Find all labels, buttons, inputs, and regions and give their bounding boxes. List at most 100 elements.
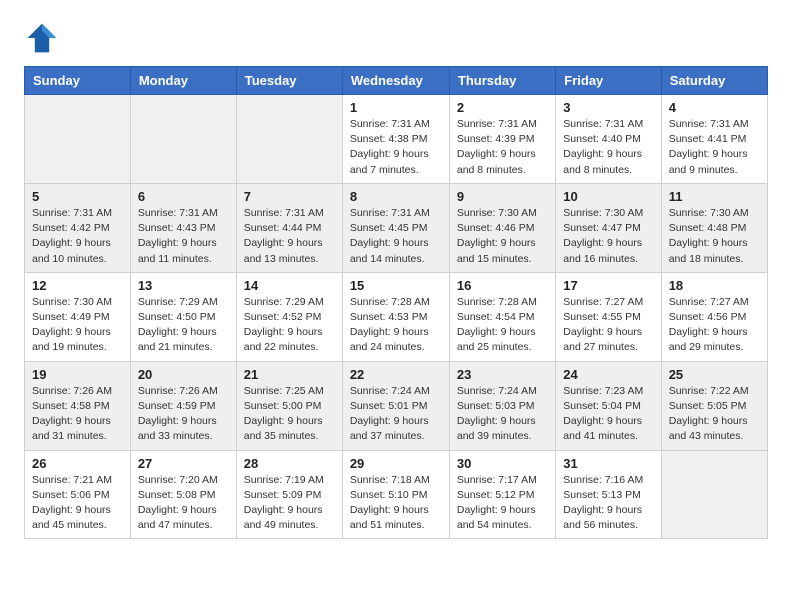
calendar-cell: 11 Sunrise: 7:30 AM Sunset: 4:48 PM Dayli… [661,183,767,272]
calendar-cell: 27 Sunrise: 7:20 AM Sunset: 5:08 PM Dayli… [130,450,236,539]
calendar-cell [25,95,131,184]
day-info: Sunrise: 7:26 AM Sunset: 4:58 PM Dayligh… [32,384,123,445]
day-info: Sunrise: 7:17 AM Sunset: 5:12 PM Dayligh… [457,473,548,534]
calendar-cell [130,95,236,184]
header [24,20,768,56]
column-header-tuesday: Tuesday [236,67,342,95]
day-info: Sunrise: 7:18 AM Sunset: 5:10 PM Dayligh… [350,473,442,534]
day-info: Sunrise: 7:28 AM Sunset: 4:54 PM Dayligh… [457,295,548,356]
day-number: 22 [350,367,442,382]
day-info: Sunrise: 7:16 AM Sunset: 5:13 PM Dayligh… [563,473,653,534]
day-number: 2 [457,100,548,115]
calendar-cell: 9 Sunrise: 7:30 AM Sunset: 4:46 PM Daylig… [449,183,555,272]
day-number: 1 [350,100,442,115]
column-header-wednesday: Wednesday [342,67,449,95]
column-header-monday: Monday [130,67,236,95]
day-number: 10 [563,189,653,204]
day-info: Sunrise: 7:29 AM Sunset: 4:50 PM Dayligh… [138,295,229,356]
calendar-week-row: 5 Sunrise: 7:31 AM Sunset: 4:42 PM Daylig… [25,183,768,272]
calendar-cell [236,95,342,184]
day-number: 20 [138,367,229,382]
day-info: Sunrise: 7:31 AM Sunset: 4:39 PM Dayligh… [457,117,548,178]
day-number: 24 [563,367,653,382]
day-number: 12 [32,278,123,293]
day-info: Sunrise: 7:30 AM Sunset: 4:48 PM Dayligh… [669,206,760,267]
calendar-cell: 14 Sunrise: 7:29 AM Sunset: 4:52 PM Dayli… [236,272,342,361]
day-number: 25 [669,367,760,382]
day-number: 21 [244,367,335,382]
day-number: 27 [138,456,229,471]
day-number: 7 [244,189,335,204]
day-number: 13 [138,278,229,293]
day-number: 30 [457,456,548,471]
calendar-cell: 13 Sunrise: 7:29 AM Sunset: 4:50 PM Dayli… [130,272,236,361]
day-number: 9 [457,189,548,204]
calendar-cell: 7 Sunrise: 7:31 AM Sunset: 4:44 PM Daylig… [236,183,342,272]
calendar-cell: 22 Sunrise: 7:24 AM Sunset: 5:01 PM Dayli… [342,361,449,450]
column-header-sunday: Sunday [25,67,131,95]
day-number: 17 [563,278,653,293]
day-info: Sunrise: 7:31 AM Sunset: 4:45 PM Dayligh… [350,206,442,267]
calendar-week-row: 19Sunrise: 7:26 AM Sunset: 4:58 PM Dayli… [25,361,768,450]
day-number: 6 [138,189,229,204]
calendar-cell [661,450,767,539]
calendar-cell: 1Sunrise: 7:31 AM Sunset: 4:38 PM Daylig… [342,95,449,184]
calendar-cell: 5 Sunrise: 7:31 AM Sunset: 4:42 PM Daylig… [25,183,131,272]
day-info: Sunrise: 7:30 AM Sunset: 4:46 PM Dayligh… [457,206,548,267]
calendar-cell: 25Sunrise: 7:22 AM Sunset: 5:05 PM Dayli… [661,361,767,450]
day-info: Sunrise: 7:28 AM Sunset: 4:53 PM Dayligh… [350,295,442,356]
day-number: 8 [350,189,442,204]
day-number: 14 [244,278,335,293]
day-info: Sunrise: 7:29 AM Sunset: 4:52 PM Dayligh… [244,295,335,356]
calendar-cell: 2 Sunrise: 7:31 AM Sunset: 4:39 PM Daylig… [449,95,555,184]
calendar: SundayMondayTuesdayWednesdayThursdayFrid… [24,66,768,539]
column-header-thursday: Thursday [449,67,555,95]
calendar-cell: 26 Sunrise: 7:21 AM Sunset: 5:06 PM Dayli… [25,450,131,539]
day-info: Sunrise: 7:21 AM Sunset: 5:06 PM Dayligh… [32,473,123,534]
calendar-cell: 4 Sunrise: 7:31 AM Sunset: 4:41 PM Daylig… [661,95,767,184]
calendar-cell: 20 Sunrise: 7:26 AM Sunset: 4:59 PM Dayli… [130,361,236,450]
calendar-cell: 31 Sunrise: 7:16 AM Sunset: 5:13 PM Dayli… [556,450,661,539]
calendar-cell: 6 Sunrise: 7:31 AM Sunset: 4:43 PM Daylig… [130,183,236,272]
day-number: 23 [457,367,548,382]
calendar-cell: 15 Sunrise: 7:28 AM Sunset: 4:53 PM Dayli… [342,272,449,361]
calendar-cell: 18 Sunrise: 7:27 AM Sunset: 4:56 PM Dayli… [661,272,767,361]
day-info: Sunrise: 7:26 AM Sunset: 4:59 PM Dayligh… [138,384,229,445]
day-number: 26 [32,456,123,471]
day-info: Sunrise: 7:31 AM Sunset: 4:40 PM Dayligh… [563,117,653,178]
calendar-cell: 8 Sunrise: 7:31 AM Sunset: 4:45 PM Daylig… [342,183,449,272]
day-info: Sunrise: 7:31 AM Sunset: 4:43 PM Dayligh… [138,206,229,267]
calendar-cell: 19Sunrise: 7:26 AM Sunset: 4:58 PM Dayli… [25,361,131,450]
day-info: Sunrise: 7:31 AM Sunset: 4:41 PM Dayligh… [669,117,760,178]
day-number: 3 [563,100,653,115]
day-number: 11 [669,189,760,204]
calendar-header-row: SundayMondayTuesdayWednesdayThursdayFrid… [25,67,768,95]
calendar-cell: 23 Sunrise: 7:24 AM Sunset: 5:03 PM Dayli… [449,361,555,450]
calendar-cell: 3 Sunrise: 7:31 AM Sunset: 4:40 PM Daylig… [556,95,661,184]
day-number: 29 [350,456,442,471]
calendar-cell: 17 Sunrise: 7:27 AM Sunset: 4:55 PM Dayli… [556,272,661,361]
day-info: Sunrise: 7:20 AM Sunset: 5:08 PM Dayligh… [138,473,229,534]
day-number: 28 [244,456,335,471]
calendar-cell: 29 Sunrise: 7:18 AM Sunset: 5:10 PM Dayli… [342,450,449,539]
calendar-week-row: 26 Sunrise: 7:21 AM Sunset: 5:06 PM Dayli… [25,450,768,539]
day-info: Sunrise: 7:30 AM Sunset: 4:49 PM Dayligh… [32,295,123,356]
day-number: 4 [669,100,760,115]
day-number: 18 [669,278,760,293]
logo-icon [24,20,60,56]
day-info: Sunrise: 7:19 AM Sunset: 5:09 PM Dayligh… [244,473,335,534]
column-header-saturday: Saturday [661,67,767,95]
day-number: 15 [350,278,442,293]
day-info: Sunrise: 7:24 AM Sunset: 5:03 PM Dayligh… [457,384,548,445]
day-info: Sunrise: 7:31 AM Sunset: 4:42 PM Dayligh… [32,206,123,267]
day-info: Sunrise: 7:31 AM Sunset: 4:44 PM Dayligh… [244,206,335,267]
day-number: 31 [563,456,653,471]
calendar-cell: 24 Sunrise: 7:23 AM Sunset: 5:04 PM Dayli… [556,361,661,450]
day-info: Sunrise: 7:27 AM Sunset: 4:56 PM Dayligh… [669,295,760,356]
day-info: Sunrise: 7:27 AM Sunset: 4:55 PM Dayligh… [563,295,653,356]
calendar-cell: 30 Sunrise: 7:17 AM Sunset: 5:12 PM Dayli… [449,450,555,539]
day-info: Sunrise: 7:23 AM Sunset: 5:04 PM Dayligh… [563,384,653,445]
day-info: Sunrise: 7:24 AM Sunset: 5:01 PM Dayligh… [350,384,442,445]
calendar-cell: 16Sunrise: 7:28 AM Sunset: 4:54 PM Dayli… [449,272,555,361]
day-number: 5 [32,189,123,204]
